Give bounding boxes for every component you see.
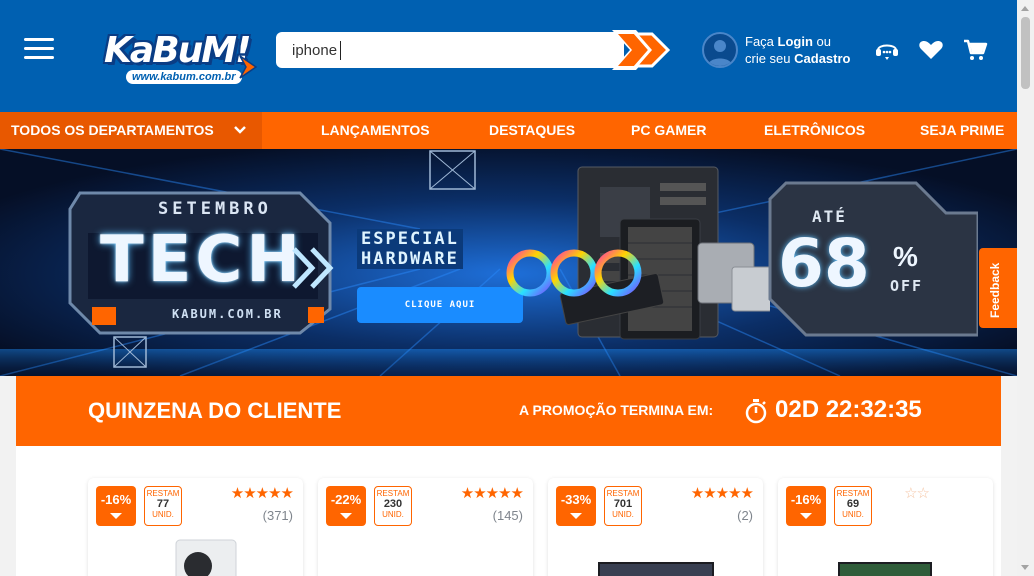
banner-off: OFF <box>890 277 924 295</box>
product-card[interactable]: -16% RESTAM 69 UNID. ☆☆ <box>778 478 993 576</box>
promo-ends-label: A PROMOÇÃO TERMINA EM: <box>519 402 714 418</box>
heart-icon[interactable] <box>918 38 944 62</box>
header: KaBuM! www.kabum.com.br Faça Login ou cr… <box>0 0 1017 112</box>
nav-pc-gamer[interactable]: PC GAMER <box>631 112 706 149</box>
scrollbar[interactable] <box>1017 0 1034 576</box>
rating-stars: ★★★★★ <box>690 485 754 502</box>
nav-destaques[interactable]: DESTAQUES <box>489 112 575 149</box>
banner-month: SETEMBRO <box>158 199 272 219</box>
banner-site: KABUM.COM.BR <box>172 307 283 321</box>
scroll-down-icon[interactable] <box>1021 565 1029 570</box>
cart-icon[interactable] <box>962 38 988 62</box>
chevron-right-icon <box>292 247 334 289</box>
promo-timer: 02D 22:32:35 <box>775 396 922 423</box>
hardware-illustration <box>506 166 770 340</box>
banner-percent: 68 <box>778 225 870 302</box>
review-count: (145) <box>492 508 523 523</box>
stopwatch-icon <box>745 399 767 424</box>
products-carousel: -16% RESTAM 77 UNID. ★★★★★ (371) -22% REST… <box>16 446 1001 576</box>
banner-cta-button[interactable]: CLIQUE AQUI <box>357 287 523 323</box>
stock-badge: RESTAM 77 UNID. <box>144 486 182 526</box>
banner-headline: TECH <box>100 223 304 297</box>
account-text: Faça Login ou crie seu Cadastro <box>745 34 851 66</box>
search-input[interactable] <box>276 32 624 68</box>
scroll-up-icon[interactable] <box>1021 6 1029 11</box>
stock-badge: RESTAM 701 UNID. <box>604 486 642 526</box>
banner-tag-hardware: HARDWARE <box>357 249 463 269</box>
login-link[interactable]: Login <box>778 34 813 49</box>
review-count: (371) <box>262 508 293 523</box>
promo-title: QUINZENA DO CLIENTE <box>88 398 342 423</box>
banner-upto: ATÉ <box>812 207 847 226</box>
discount-badge: -22% <box>326 486 366 526</box>
account-login[interactable]: Faça Login ou crie seu Cadastro <box>702 30 862 70</box>
departments-menu[interactable]: TODOS OS DEPARTAMENTOS <box>0 112 262 149</box>
stock-badge: RESTAM 69 UNID. <box>834 486 872 526</box>
discount-badge: -16% <box>786 486 826 526</box>
logo[interactable]: KaBuM! www.kabum.com.br <box>100 28 262 90</box>
nav-lancamentos[interactable]: LANÇAMENTOS <box>321 112 430 149</box>
hero-banner[interactable]: SETEMBRO TECH KABUM.COM.BR ESPECIAL HARD… <box>0 149 1017 376</box>
product-card[interactable]: -16% RESTAM 77 UNID. ★★★★★ (371) <box>88 478 303 576</box>
review-count: (2) <box>737 508 753 523</box>
discount-badge: -33% <box>556 486 596 526</box>
logo-arrow-icon <box>239 55 258 79</box>
user-icon <box>702 32 738 68</box>
search-bar <box>276 30 676 70</box>
discount-badge: -16% <box>96 486 136 526</box>
support-icon[interactable] <box>874 38 900 62</box>
product-image <box>838 562 932 576</box>
rating-stars: ☆☆ <box>904 485 930 502</box>
nav-seja-prime[interactable]: SEJA PRIME <box>920 112 1004 149</box>
text-cursor <box>340 41 341 60</box>
search-arrow-icon[interactable] <box>610 26 676 74</box>
scroll-thumb[interactable] <box>1021 17 1030 89</box>
logo-url: www.kabum.com.br <box>126 70 242 84</box>
nav-eletronicos[interactable]: ELETRÔNICOS <box>764 112 865 149</box>
stock-badge: RESTAM 230 UNID. <box>374 486 412 526</box>
register-link[interactable]: Cadastro <box>794 51 850 66</box>
banner-tag-especial: ESPECIAL <box>357 229 463 249</box>
feedback-tab[interactable]: Feedback <box>979 248 1017 328</box>
logo-text: KaBuM! <box>104 30 251 71</box>
banner-percent-sign: % <box>893 241 918 272</box>
product-card[interactable]: -33% RESTAM 701 UNID. ★★★★★ (2) <box>548 478 763 576</box>
product-image <box>598 562 714 576</box>
promo-bar: QUINZENA DO CLIENTE A PROMOÇÃO TERMINA E… <box>16 376 1001 446</box>
rating-stars: ★★★★★ <box>460 485 524 502</box>
product-card[interactable]: -22% RESTAM 230 UNID. ★★★★★ (145) <box>318 478 533 576</box>
rating-stars: ★★★★★ <box>230 485 294 502</box>
chevron-down-icon <box>234 126 246 134</box>
main-nav: TODOS OS DEPARTAMENTOS LANÇAMENTOS DESTA… <box>0 112 1017 149</box>
product-image <box>175 539 237 576</box>
menu-icon[interactable] <box>24 38 54 62</box>
